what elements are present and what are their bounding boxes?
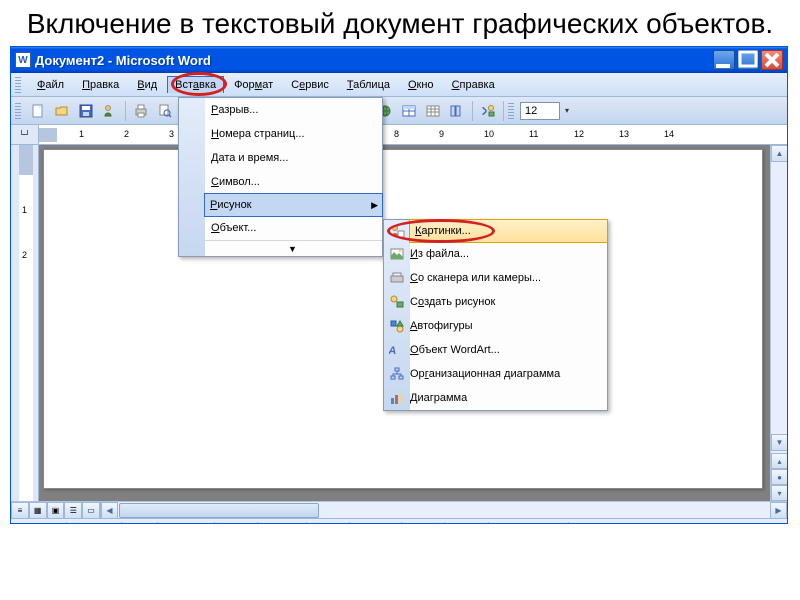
- window-title: Документ2 - Microsoft Word: [35, 53, 713, 68]
- status-lang[interactable]: русский (Ро: [489, 522, 569, 525]
- fontsize-dropdown[interactable]: ▾: [562, 106, 572, 115]
- statusbar: Стр. 1 Разд 1 1/1 На 2см Ст 1 Кол 1 ЗАП …: [11, 518, 787, 524]
- chart-icon: [384, 386, 410, 410]
- menu-item-from-scanner[interactable]: Со сканера или камеры...: [410, 266, 607, 290]
- menu-file[interactable]: Файл: [29, 76, 72, 94]
- menu-view[interactable]: Вид: [129, 76, 165, 94]
- status-page: Стр. 1: [15, 522, 67, 525]
- svg-text:A: A: [389, 345, 397, 357]
- word-window: W Документ2 - Microsoft Word Файл Правка…: [10, 46, 788, 524]
- prev-page-icon[interactable]: ▴: [771, 453, 787, 469]
- menu-item-break[interactable]: Разрыв...: [205, 98, 382, 122]
- status-rec[interactable]: ЗАП: [307, 522, 350, 525]
- titlebar: W Документ2 - Microsoft Word: [11, 47, 787, 73]
- print-preview-button[interactable]: [154, 100, 176, 122]
- minimize-button[interactable]: [713, 50, 735, 70]
- scroll-right-icon[interactable]: ▶: [770, 502, 787, 519]
- ruler-corner[interactable]: └┘: [11, 125, 39, 144]
- ruler-scale[interactable]: 1 2 3 4 5 6 7 8 9 10 11 12 13 14: [39, 125, 787, 144]
- toolbar: ABC ▾ ▾ 12 ▾: [11, 97, 787, 125]
- menu-window[interactable]: Окно: [400, 76, 442, 94]
- autoshapes-icon: [384, 314, 410, 338]
- drawing-button[interactable]: [477, 100, 499, 122]
- scroll-up-icon[interactable]: ▲: [771, 145, 787, 162]
- wordart-icon: A: [384, 338, 410, 362]
- print-button[interactable]: [130, 100, 152, 122]
- grip-icon[interactable]: [508, 103, 514, 119]
- clipart-icon: [384, 219, 410, 243]
- ruler-vertical[interactable]: 1 2: [11, 145, 39, 501]
- print-view-button[interactable]: ▣: [47, 502, 65, 519]
- status-at: На 2см: [158, 522, 215, 525]
- scroll-left-icon[interactable]: ◀: [101, 502, 118, 519]
- scrollbar-horizontal[interactable]: ◀ ▶: [101, 502, 787, 518]
- close-button[interactable]: [761, 50, 783, 70]
- menu-table[interactable]: Таблица: [339, 76, 398, 94]
- status-col: Кол 1: [258, 522, 307, 525]
- submenu-arrow-icon: ▶: [371, 200, 378, 211]
- menu-item-page-numbers[interactable]: Номера страниц...: [205, 122, 382, 146]
- menu-format[interactable]: Формат: [226, 76, 281, 94]
- new-doc-button[interactable]: [27, 100, 49, 122]
- maximize-button[interactable]: [737, 50, 759, 70]
- status-ext[interactable]: ВДЛ: [402, 522, 445, 525]
- scanner-icon: [384, 266, 410, 290]
- insert-menu-dropdown: Разрыв... Номера страниц... Дата и время…: [178, 97, 383, 257]
- scroll-thumb[interactable]: [119, 503, 319, 518]
- fontsize-input[interactable]: 12: [520, 102, 560, 120]
- separator: [503, 101, 504, 121]
- menu-tools[interactable]: Сервис: [283, 76, 337, 94]
- next-page-icon[interactable]: ▾: [771, 485, 787, 501]
- tables-borders-button[interactable]: [398, 100, 420, 122]
- menu-item-wordart[interactable]: A Объект WordArt...: [410, 338, 607, 362]
- normal-view-button[interactable]: ≡: [11, 502, 29, 519]
- scroll-down-icon[interactable]: ▼: [771, 434, 787, 451]
- menu-item-picture[interactable]: Рисунок▶: [204, 193, 383, 217]
- reading-view-button[interactable]: ▭: [82, 502, 100, 519]
- separator: [125, 101, 126, 121]
- picture-submenu-dropdown: Картинки... Из файла... Со сканера или к…: [383, 219, 608, 411]
- view-buttons: ≡ ▦ ▣ ☰ ▭: [11, 502, 101, 518]
- window-controls: [713, 50, 787, 70]
- menu-item-symbol[interactable]: Символ...: [205, 170, 382, 194]
- status-ovr[interactable]: ЗАМ: [445, 522, 489, 525]
- menu-item-new-drawing[interactable]: Создать рисунок: [410, 290, 607, 314]
- menubar: Файл Правка Вид Вставка Формат Сервис Та…: [11, 73, 787, 97]
- permission-button[interactable]: [99, 100, 121, 122]
- status-line: Ст 1: [215, 522, 258, 525]
- scrollbar-row: ≡ ▦ ▣ ☰ ▭ ◀ ▶: [11, 501, 787, 518]
- scrollbar-vertical[interactable]: ▲ ▼ ▴ ● ▾: [770, 145, 787, 501]
- menu-item-object[interactable]: Объект...: [205, 216, 382, 240]
- status-section: Разд 1: [67, 522, 121, 525]
- browse-object-icon[interactable]: ●: [771, 469, 787, 485]
- separator: [472, 101, 473, 121]
- status-trk[interactable]: ИСПР: [350, 522, 402, 525]
- orgchart-icon: [384, 362, 410, 386]
- grip-icon[interactable]: [15, 103, 21, 119]
- menu-edit[interactable]: Правка: [74, 76, 127, 94]
- columns-button[interactable]: [446, 100, 468, 122]
- slide-title: Включение в текстовый документ графическ…: [0, 0, 800, 46]
- app-icon: W: [15, 52, 31, 68]
- from-file-icon: [384, 242, 410, 266]
- menu-item-orgchart[interactable]: Организационная диаграмма: [410, 362, 607, 386]
- menu-item-clipart[interactable]: Картинки...: [409, 219, 608, 243]
- save-button[interactable]: [75, 100, 97, 122]
- menu-insert[interactable]: Вставка: [167, 76, 224, 93]
- status-pages: 1/1: [122, 522, 158, 525]
- insert-table-button[interactable]: [422, 100, 444, 122]
- menu-help[interactable]: Справка: [444, 76, 503, 94]
- menu-item-from-file[interactable]: Из файла...: [410, 242, 607, 266]
- menu-expand-button[interactable]: ▼: [205, 240, 382, 256]
- menu-item-autoshapes[interactable]: Автофигуры: [410, 314, 607, 338]
- open-button[interactable]: [51, 100, 73, 122]
- menu-item-chart[interactable]: Диаграмма: [410, 386, 607, 410]
- grip-icon[interactable]: [15, 77, 21, 93]
- outline-view-button[interactable]: ☰: [64, 502, 82, 519]
- web-view-button[interactable]: ▦: [29, 502, 47, 519]
- ruler-horizontal: └┘ 1 2 3 4 5 6 7 8 9 10 11 12 13 14: [11, 125, 787, 145]
- menu-item-date-time[interactable]: Дата и время...: [205, 146, 382, 170]
- new-drawing-icon: [384, 290, 410, 314]
